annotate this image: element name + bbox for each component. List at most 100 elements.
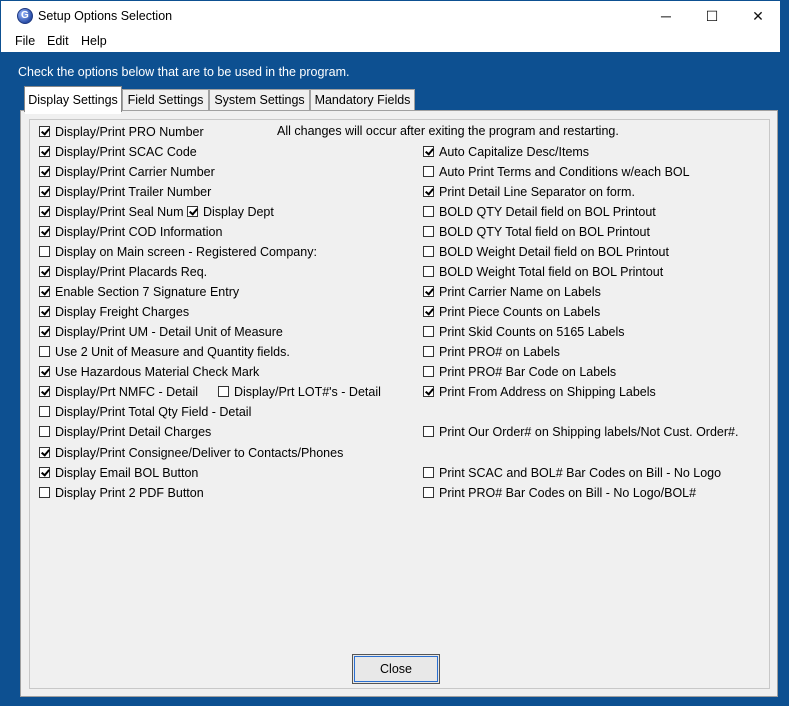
checkbox[interactable] (218, 386, 229, 397)
option-display-print-carrier-number[interactable]: Display/Print Carrier Number (39, 165, 215, 183)
option-label: Print SCAC and BOL# Bar Codes on Bill - … (439, 466, 722, 480)
checkbox[interactable] (39, 306, 50, 317)
option-print-carrier-name-on-labels[interactable]: Print Carrier Name on Labels (423, 285, 601, 303)
checkbox[interactable] (39, 206, 50, 217)
option-print-scac-and-bol-bar-codes-on-bill-no-logo[interactable]: Print SCAC and BOL# Bar Codes on Bill - … (423, 466, 721, 484)
option-label: BOLD Weight Total field on BOL Printout (439, 265, 664, 279)
checkbox[interactable] (39, 366, 50, 377)
checkbox[interactable] (39, 246, 50, 257)
option-print-pro-bar-codes-on-bill-no-logo-bol[interactable]: Print PRO# Bar Codes on Bill - No Logo/B… (423, 486, 696, 504)
checkbox[interactable] (423, 467, 434, 478)
option-display-prt-nmfc-detail[interactable]: Display/Prt NMFC - Detail (39, 385, 198, 403)
option-display-on-main-screen-registered-company[interactable]: Display on Main screen - Registered Comp… (39, 245, 317, 263)
checkbox[interactable] (423, 166, 434, 177)
option-bold-qty-detail-field-on-bol-printout[interactable]: BOLD QTY Detail field on BOL Printout (423, 205, 656, 223)
checkbox[interactable] (423, 226, 434, 237)
checkbox[interactable] (423, 346, 434, 357)
checkbox[interactable] (187, 206, 198, 217)
maximize-button[interactable]: ☐ (689, 1, 735, 31)
menu-help[interactable]: Help (81, 34, 107, 48)
checkbox[interactable] (39, 487, 50, 498)
checkbox[interactable] (423, 326, 434, 337)
option-print-skid-counts-on-5165-labels[interactable]: Print Skid Counts on 5165 Labels (423, 325, 625, 343)
option-print-detail-line-separator-on-form[interactable]: Print Detail Line Separator on form. (423, 185, 635, 203)
checkbox[interactable] (423, 306, 434, 317)
close-window-button[interactable]: ✕ (735, 1, 781, 31)
tab-field-settings[interactable]: Field Settings (122, 89, 209, 110)
checkbox[interactable] (423, 426, 434, 437)
minimize-button[interactable]: ─ (643, 1, 689, 31)
checkbox[interactable] (39, 467, 50, 478)
option-label: Use Hazardous Material Check Mark (55, 365, 260, 379)
option-label: BOLD QTY Detail field on BOL Printout (439, 205, 656, 219)
option-use-2-unit-of-measure-and-quantity-fields[interactable]: Use 2 Unit of Measure and Quantity field… (39, 345, 290, 363)
option-label: BOLD Weight Detail field on BOL Printout (439, 245, 669, 259)
menu-edit[interactable]: Edit (47, 34, 69, 48)
option-bold-weight-detail-field-on-bol-printout[interactable]: BOLD Weight Detail field on BOL Printout (423, 245, 669, 263)
option-print-pro-on-labels[interactable]: Print PRO# on Labels (423, 345, 560, 363)
checkbox[interactable] (39, 286, 50, 297)
option-display-print-scac-code[interactable]: Display/Print SCAC Code (39, 145, 197, 163)
menu-file[interactable]: File (15, 34, 35, 48)
checkbox[interactable] (39, 166, 50, 177)
checkbox[interactable] (39, 447, 50, 458)
app-icon[interactable]: G (17, 8, 33, 24)
checkbox[interactable] (39, 266, 50, 277)
option-display-print-2-pdf-button[interactable]: Display Print 2 PDF Button (39, 486, 204, 504)
option-label: Display Print 2 PDF Button (55, 486, 204, 500)
checkbox[interactable] (423, 286, 434, 297)
close-button[interactable]: Close (352, 654, 440, 684)
app-icon-letter: G (21, 10, 29, 21)
option-display-print-placards-req[interactable]: Display/Print Placards Req. (39, 265, 207, 283)
checkbox[interactable] (423, 206, 434, 217)
menu-bar: File Edit Help (1, 31, 780, 52)
option-display-dept[interactable]: Display Dept (187, 205, 274, 223)
checkbox[interactable] (39, 186, 50, 197)
option-label: Display/Prt NMFC - Detail (55, 385, 199, 399)
checkbox[interactable] (39, 326, 50, 337)
option-label: BOLD QTY Total field on BOL Printout (439, 225, 650, 239)
tab-mandatory-fields[interactable]: Mandatory Fields (310, 89, 415, 110)
tab-display-settings[interactable]: Display Settings (24, 86, 122, 114)
option-display-print-detail-charges[interactable]: Display/Print Detail Charges (39, 425, 211, 443)
option-label: Print PRO# on Labels (439, 345, 560, 359)
option-auto-capitalize-desc-items[interactable]: Auto Capitalize Desc/Items (423, 145, 589, 163)
option-print-pro-bar-code-on-labels[interactable]: Print PRO# Bar Code on Labels (423, 365, 616, 383)
option-display-print-cod-information[interactable]: Display/Print COD Information (39, 225, 222, 243)
option-label: Display/Print PRO Number (55, 125, 204, 139)
checkbox[interactable] (423, 366, 434, 377)
option-label: Print Detail Line Separator on form. (439, 185, 635, 199)
option-use-hazardous-material-check-mark[interactable]: Use Hazardous Material Check Mark (39, 365, 259, 383)
checkbox[interactable] (39, 386, 50, 397)
option-auto-print-terms-and-conditions-w-each-bol[interactable]: Auto Print Terms and Conditions w/each B… (423, 165, 690, 183)
checkbox[interactable] (423, 186, 434, 197)
checkbox[interactable] (39, 146, 50, 157)
option-print-piece-counts-on-labels[interactable]: Print Piece Counts on Labels (423, 305, 600, 323)
option-display-lot[interactable]: Display/Prt LOT#'s - Detail (218, 385, 381, 403)
option-display-print-seal-num[interactable]: Display/Print Seal Num (39, 205, 184, 223)
option-display-print-total-qty-field-detail[interactable]: Display/Print Total Qty Field - Detail (39, 405, 251, 423)
option-bold-weight-total-field-on-bol-printout[interactable]: BOLD Weight Total field on BOL Printout (423, 265, 663, 283)
option-enable-section-7-signature-entry[interactable]: Enable Section 7 Signature Entry (39, 285, 239, 303)
checkbox[interactable] (423, 246, 434, 257)
option-display-print-consignee-deliver-to-contacts-phones[interactable]: Display/Print Consignee/Deliver to Conta… (39, 446, 343, 464)
checkbox[interactable] (39, 126, 50, 137)
option-display-print-trailer-number[interactable]: Display/Print Trailer Number (39, 185, 211, 203)
option-display-email-bol-button[interactable]: Display Email BOL Button (39, 466, 198, 484)
option-bold-qty-total-field-on-bol-printout[interactable]: BOLD QTY Total field on BOL Printout (423, 225, 650, 243)
checkbox[interactable] (423, 146, 434, 157)
checkbox[interactable] (39, 346, 50, 357)
checkbox[interactable] (39, 226, 50, 237)
checkbox[interactable] (423, 487, 434, 498)
checkbox[interactable] (423, 266, 434, 277)
checkbox[interactable] (423, 386, 434, 397)
option-print-from-address-on-shipping-labels[interactable]: Print From Address on Shipping Labels (423, 385, 656, 403)
option-print-our-order-on-shipping-labels-not-cust-order[interactable]: Print Our Order# on Shipping labels/Not … (423, 425, 738, 443)
option-display-print-um-detail-unit-of-measure[interactable]: Display/Print UM - Detail Unit of Measur… (39, 325, 283, 343)
tab-system-settings[interactable]: System Settings (209, 89, 310, 110)
client-area: Check the options below that are to be u… (8, 55, 780, 700)
option-display-freight-charges[interactable]: Display Freight Charges (39, 305, 189, 323)
option-display-print-pro-number[interactable]: Display/Print PRO Number (39, 125, 204, 143)
checkbox[interactable] (39, 426, 50, 437)
checkbox[interactable] (39, 406, 50, 417)
